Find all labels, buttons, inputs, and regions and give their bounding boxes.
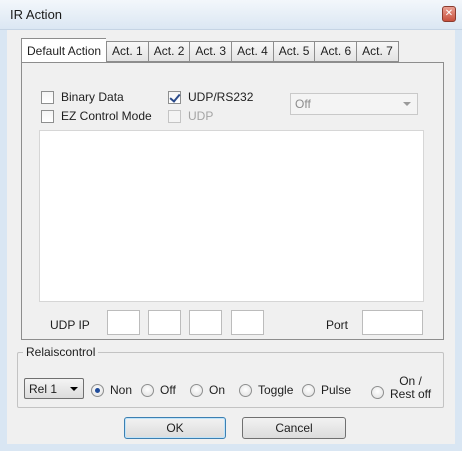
relaiscontrol-legend: Relaiscontrol (23, 345, 99, 359)
tab-act-5[interactable]: Act. 5 (272, 41, 315, 62)
tab-act-3[interactable]: Act. 3 (189, 41, 232, 62)
relais-select-value: Rel 1 (29, 382, 58, 396)
radio-dot (190, 383, 203, 397)
ez-control-mode-label: EZ Control Mode (61, 109, 152, 123)
checkbox-box (41, 90, 54, 104)
action-tabs: Default Action Act. 1 Act. 2 Act. 3 Act.… (21, 38, 399, 62)
radio-dot (239, 383, 252, 397)
radio-dot (302, 383, 315, 397)
radio-toggle-label: Toggle (258, 383, 294, 397)
udp-rs232-label: UDP/RS232 (188, 90, 254, 104)
radio-on-rest-off-label: On / Rest off (390, 375, 431, 401)
tab-act-1[interactable]: Act. 1 (106, 41, 148, 62)
ez-control-mode-checkbox[interactable]: EZ Control Mode (41, 109, 152, 123)
default-action-panel: Binary Data EZ Control Mode UDP/RS232 UD… (21, 62, 444, 340)
ok-button[interactable]: OK (124, 417, 226, 439)
chevron-down-icon (403, 102, 411, 106)
tab-act-4[interactable]: Act. 4 (231, 41, 273, 62)
binary-data-label: Binary Data (61, 90, 124, 104)
udp-ip-octet-4[interactable] (231, 310, 264, 335)
radio-pulse[interactable]: Pulse (302, 383, 351, 397)
radio-pulse-label: Pulse (321, 383, 352, 397)
title-bar[interactable]: IR Action ✕ (0, 0, 462, 30)
radio-on-rest-off-line2: Rest off (390, 387, 432, 401)
radio-toggle[interactable]: Toggle (239, 383, 293, 397)
radio-dot (371, 385, 384, 399)
data-textarea[interactable] (39, 130, 424, 302)
cancel-button[interactable]: Cancel (242, 417, 346, 439)
radio-non[interactable]: Non (91, 383, 132, 397)
port-input[interactable] (362, 310, 423, 335)
tab-act-2[interactable]: Act. 2 (147, 41, 190, 62)
mode-select[interactable]: Off (290, 93, 418, 115)
tab-act-6[interactable]: Act. 6 (314, 41, 357, 62)
radio-on-label: On (209, 383, 226, 397)
window-title: IR Action (10, 7, 63, 22)
port-label: Port (326, 318, 349, 332)
udp-ip-octet-2[interactable] (148, 310, 181, 335)
udp-label: UDP (188, 109, 214, 123)
binary-data-checkbox[interactable]: Binary Data (41, 90, 124, 104)
mode-select-value: Off (295, 97, 311, 111)
tab-default-action[interactable]: Default Action (21, 38, 107, 62)
radio-on[interactable]: On (190, 383, 225, 397)
checkbox-box (168, 90, 181, 104)
radio-dot (91, 383, 104, 397)
chevron-down-icon (70, 387, 78, 391)
tab-act-7[interactable]: Act. 7 (356, 41, 399, 62)
relais-select[interactable]: Rel 1 (24, 378, 84, 399)
udp-ip-octet-1[interactable] (107, 310, 140, 335)
radio-off-label: Off (160, 383, 176, 397)
radio-off[interactable]: Off (141, 383, 176, 397)
udp-ip-label: UDP IP (50, 318, 90, 332)
close-icon[interactable]: ✕ (442, 6, 456, 22)
udp-rs232-checkbox[interactable]: UDP/RS232 (168, 90, 253, 104)
window-border (0, 30, 7, 451)
radio-on-rest-off[interactable]: On / Rest off (371, 375, 431, 401)
checkbox-box (41, 109, 54, 123)
checkbox-box (168, 109, 181, 123)
udp-ip-octet-3[interactable] (189, 310, 222, 335)
radio-dot (141, 383, 154, 397)
radio-non-label: Non (110, 383, 133, 397)
udp-checkbox[interactable]: UDP (168, 109, 213, 123)
